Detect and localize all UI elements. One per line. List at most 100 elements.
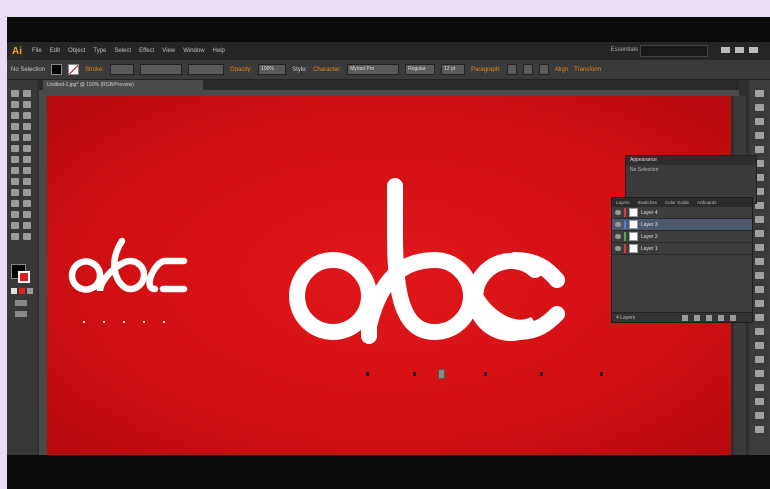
tab-swatches[interactable]: Swatches <box>638 200 658 205</box>
eraser-tool-icon[interactable] <box>23 145 31 152</box>
paragraph-panel-icon[interactable] <box>755 300 764 307</box>
color-guide-panel-icon[interactable] <box>755 104 764 111</box>
help-search-input[interactable] <box>640 45 708 57</box>
layer-row[interactable]: Layer 1 <box>612 243 752 255</box>
scale-tool-icon[interactable] <box>23 156 31 163</box>
align-right-icon[interactable] <box>538 64 549 75</box>
stroke-label[interactable]: Stroke: <box>85 67 104 73</box>
transform-label[interactable]: Transform <box>574 67 601 73</box>
tagline-dot[interactable] <box>366 372 369 376</box>
tagline-dot[interactable] <box>484 372 487 376</box>
navigator-panel-icon[interactable] <box>755 342 764 349</box>
selection-tool-icon[interactable] <box>11 90 19 97</box>
character-panel-icon[interactable] <box>755 286 764 293</box>
layer-row[interactable]: Layer 4 <box>612 207 752 219</box>
close-icon[interactable] <box>749 47 758 53</box>
visibility-eye-icon[interactable] <box>615 210 621 215</box>
menu-type[interactable]: Type <box>93 48 106 54</box>
document-tab[interactable]: Untitled-1.jpg* @ 150% (RGB/Preview) <box>43 80 203 90</box>
workspace-switcher[interactable]: Essentials <box>611 47 638 53</box>
tagline-dot[interactable] <box>540 372 543 376</box>
eyedropper-tool-icon[interactable] <box>11 200 19 207</box>
align-left-icon[interactable] <box>506 64 517 75</box>
paragraph-label[interactable]: Paragraph: <box>471 67 501 73</box>
new-layer-icon[interactable] <box>718 315 724 321</box>
shape-builder-tool-icon[interactable] <box>11 178 19 185</box>
symbols-panel-icon[interactable] <box>755 146 764 153</box>
fill-swatch[interactable] <box>51 64 63 75</box>
selected-tagline-dot[interactable] <box>438 369 445 379</box>
make-clipping-mask-icon[interactable] <box>694 315 700 321</box>
delete-layer-icon[interactable] <box>730 315 736 321</box>
menu-help[interactable]: Help <box>213 48 225 54</box>
layer-row[interactable]: Layer 3 <box>612 219 752 231</box>
new-sublayer-icon[interactable] <box>706 315 712 321</box>
hand-tool-icon[interactable] <box>11 233 19 240</box>
align-panel-icon[interactable] <box>755 244 764 251</box>
layer-row[interactable]: Layer 2 <box>612 231 752 243</box>
rotate-tool-icon[interactable] <box>11 156 19 163</box>
menu-edit[interactable]: Edit <box>50 48 60 54</box>
screen-mode-icon[interactable] <box>15 311 27 317</box>
pathfinder-panel-icon[interactable] <box>755 272 764 279</box>
menu-object[interactable]: Object <box>68 48 85 54</box>
menu-effect[interactable]: Effect <box>139 48 154 54</box>
mesh-tool-icon[interactable] <box>11 189 19 196</box>
opentype-panel-icon[interactable] <box>755 314 764 321</box>
gradient-panel-icon[interactable] <box>755 216 764 223</box>
slice-tool-icon[interactable] <box>23 222 31 229</box>
info-panel-icon[interactable] <box>755 356 764 363</box>
none-mode-icon[interactable] <box>27 288 33 294</box>
free-transform-tool-icon[interactable] <box>23 167 31 174</box>
rectangle-tool-icon[interactable] <box>23 123 31 130</box>
minimize-icon[interactable] <box>721 47 730 53</box>
brushes-panel-icon[interactable] <box>755 132 764 139</box>
color-mode-icon[interactable] <box>11 288 17 294</box>
actions-panel-icon[interactable] <box>755 370 764 377</box>
column-graph-tool-icon[interactable] <box>23 211 31 218</box>
stroke-weight-field[interactable] <box>110 64 135 75</box>
font-size-field[interactable]: 12 pt <box>441 64 466 75</box>
artboards-panel-icon[interactable] <box>755 384 764 391</box>
properties-panel-icon[interactable] <box>755 426 764 433</box>
artboard-tool-icon[interactable] <box>11 222 19 229</box>
character-label[interactable]: Character: <box>313 67 341 73</box>
tab-layers[interactable]: Layers <box>616 200 630 205</box>
magic-wand-tool-icon[interactable] <box>11 101 19 108</box>
menu-view[interactable]: View <box>162 48 175 54</box>
font-family-select[interactable]: Myriad Pro <box>347 64 400 75</box>
visibility-eye-icon[interactable] <box>615 222 621 227</box>
tagline-dot[interactable] <box>413 372 416 376</box>
maximize-icon[interactable] <box>735 47 744 53</box>
libraries-panel-icon[interactable] <box>755 412 764 419</box>
width-tool-icon[interactable] <box>11 167 19 174</box>
transform-panel-icon[interactable] <box>755 258 764 265</box>
appearance-panel-title[interactable]: Appearance <box>626 156 756 165</box>
zoom-tool-icon[interactable] <box>23 233 31 240</box>
variable-width-field[interactable] <box>140 64 183 75</box>
visibility-eye-icon[interactable] <box>615 234 621 239</box>
stroke-swatch[interactable] <box>68 64 80 75</box>
gradient-tool-icon[interactable] <box>23 189 31 196</box>
locate-object-icon[interactable] <box>682 315 688 321</box>
menu-file[interactable]: File <box>32 48 42 54</box>
paintbrush-tool-icon[interactable] <box>11 134 19 141</box>
large-abc-logo[interactable] <box>285 176 595 356</box>
drawing-mode-icon[interactable] <box>15 300 27 306</box>
direct-selection-tool-icon[interactable] <box>23 90 31 97</box>
font-style-select[interactable]: Regular <box>405 64 436 75</box>
transparency-panel-icon[interactable] <box>755 230 764 237</box>
menu-window[interactable]: Window <box>183 48 204 54</box>
color-panel-icon[interactable] <box>755 90 764 97</box>
menu-select[interactable]: Select <box>114 48 131 54</box>
visibility-eye-icon[interactable] <box>615 246 621 251</box>
blend-tool-icon[interactable] <box>23 200 31 207</box>
tagline-dot[interactable] <box>600 372 603 376</box>
swatches-panel-icon[interactable] <box>755 118 764 125</box>
asset-export-panel-icon[interactable] <box>755 398 764 405</box>
tab-color-guide[interactable]: Color Guide <box>665 200 689 205</box>
brush-field[interactable] <box>188 64 225 75</box>
opacity-label[interactable]: Opacity: <box>230 67 252 73</box>
blob-brush-tool-icon[interactable] <box>11 145 19 152</box>
lasso-tool-icon[interactable] <box>23 101 31 108</box>
